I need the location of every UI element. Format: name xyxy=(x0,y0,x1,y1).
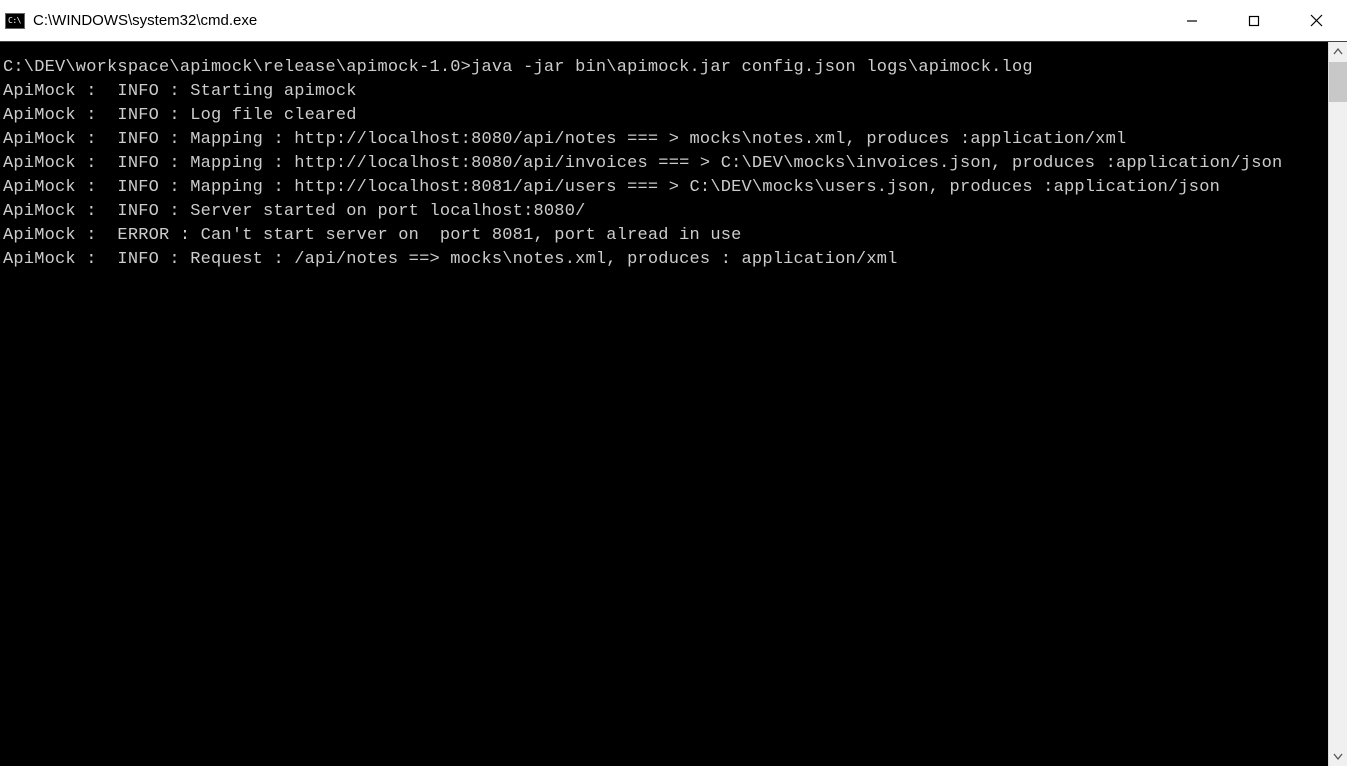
window-controls xyxy=(1161,0,1347,41)
window-titlebar: C:\ C:\WINDOWS\system32\cmd.exe xyxy=(0,0,1347,42)
maximize-button[interactable] xyxy=(1223,0,1285,41)
client-area: C:\DEV\workspace\apimock\release\apimock… xyxy=(0,42,1347,766)
minimize-button[interactable] xyxy=(1161,0,1223,41)
window-title: C:\WINDOWS\system32\cmd.exe xyxy=(33,12,1161,29)
vertical-scrollbar[interactable] xyxy=(1328,42,1347,766)
scroll-down-button[interactable] xyxy=(1329,746,1347,766)
terminal-output[interactable]: C:\DEV\workspace\apimock\release\apimock… xyxy=(0,42,1328,766)
scroll-up-button[interactable] xyxy=(1329,42,1347,62)
scroll-thumb[interactable] xyxy=(1329,62,1347,102)
close-button[interactable] xyxy=(1285,0,1347,41)
cmd-icon: C:\ xyxy=(5,13,25,29)
scroll-track[interactable] xyxy=(1329,62,1347,746)
